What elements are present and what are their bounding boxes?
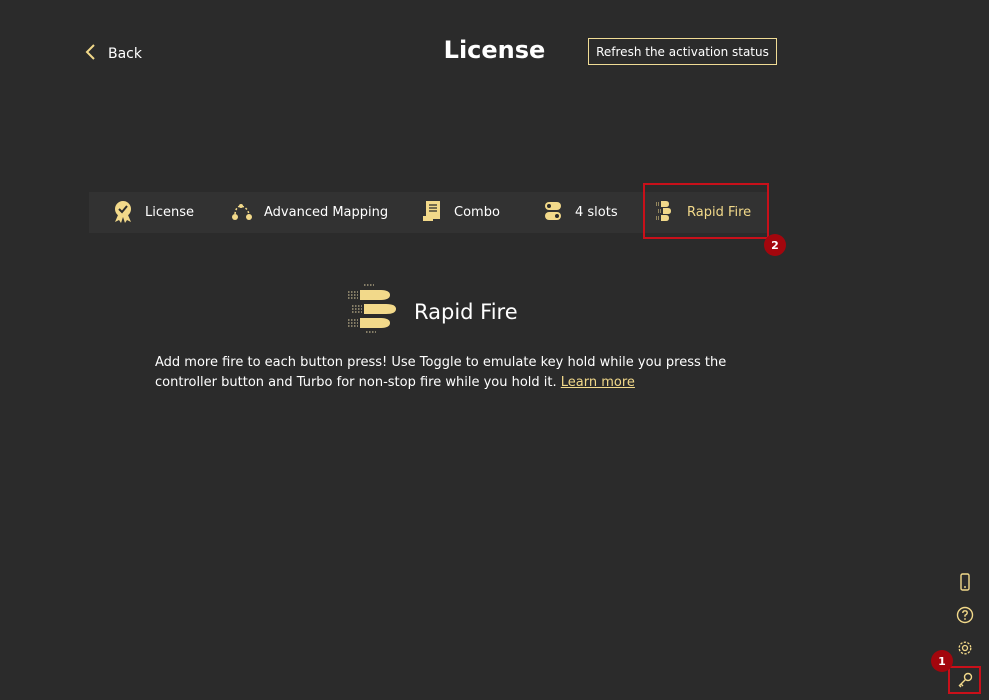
- tab-label: License: [145, 205, 195, 220]
- tab-license[interactable]: License: [111, 192, 194, 233]
- tab-label: Combo: [454, 205, 500, 220]
- page-title: License: [443, 36, 546, 64]
- tab-label: 4 slots: [575, 205, 618, 220]
- mapping-nodes-icon: [230, 199, 254, 227]
- gear-icon[interactable]: [955, 638, 975, 658]
- back-label: Back: [108, 46, 142, 62]
- chevron-left-icon: [84, 42, 98, 66]
- help-icon[interactable]: [955, 605, 975, 625]
- feature-description: Add more fire to each button press! Use …: [155, 353, 735, 392]
- phone-icon[interactable]: [955, 572, 975, 592]
- feature-title: Rapid Fire: [414, 300, 518, 324]
- tab-label: Advanced Mapping: [264, 205, 389, 220]
- tab-combo[interactable]: Combo: [420, 192, 500, 233]
- tab-advanced-mapping[interactable]: Advanced Mapping: [230, 192, 388, 233]
- slots-toggle-icon: [541, 199, 565, 227]
- key-icon-highlight: [948, 666, 981, 694]
- tab-4-slots[interactable]: 4 slots: [541, 192, 618, 233]
- refresh-activation-button[interactable]: Refresh the activation status: [588, 38, 777, 65]
- annotation-badge-1: 1: [931, 650, 953, 672]
- scroll-icon: [420, 199, 444, 227]
- bullets-icon: [346, 282, 402, 342]
- rapid-fire-highlight: [643, 183, 769, 239]
- annotation-badge-2: 2: [764, 234, 786, 256]
- award-badge-icon: [111, 199, 135, 227]
- learn-more-link[interactable]: Learn more: [561, 375, 635, 390]
- description-text: Add more fire to each button press! Use …: [155, 355, 727, 390]
- feature-header: Rapid Fire: [346, 282, 518, 342]
- back-button[interactable]: Back: [84, 42, 142, 66]
